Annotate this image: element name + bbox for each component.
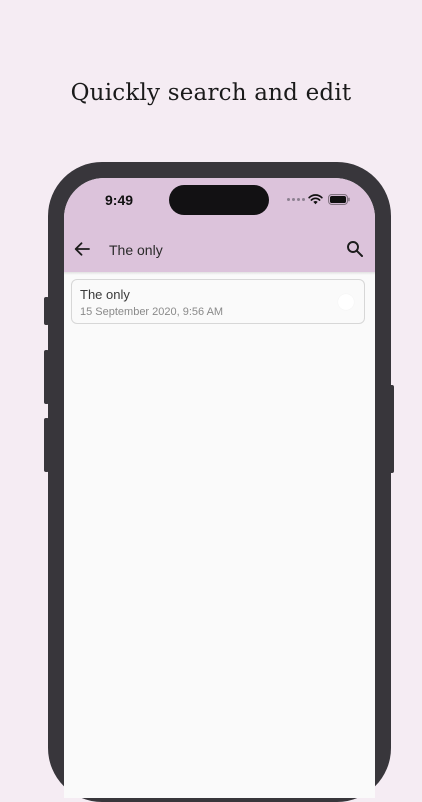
battery-icon [328,194,350,205]
cellular-signal-icon [287,198,305,201]
arrow-back-icon[interactable] [73,240,91,258]
app-bar: 9:49 The only [64,178,375,272]
promo-headline: Quickly search and edit [70,80,352,106]
wifi-icon [308,194,323,205]
dynamic-island [169,185,269,215]
phone-screen: 9:49 The only The only 15 September 2020… [64,178,375,798]
note-status-circle[interactable] [338,294,354,310]
page-title: The only [109,242,163,258]
note-date: 15 September 2020, 9:56 AM [80,306,224,318]
note-title: The only [80,287,130,302]
app-bar-shadow [64,272,375,275]
search-icon[interactable] [346,240,364,258]
note-list-item[interactable]: The only 15 September 2020, 9:56 AM [71,279,365,324]
status-time: 9:49 [105,192,134,208]
